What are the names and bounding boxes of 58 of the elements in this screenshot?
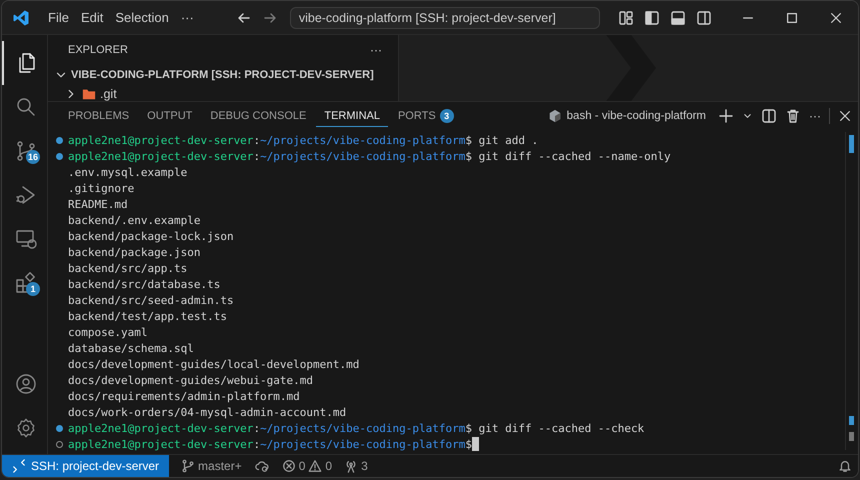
warning-icon [308,459,322,473]
folder-label[interactable]: .git [100,86,117,100]
terminal-prompt: apple2ne1@project-dev-server:~/projects/vibe-coding-platform$ git add . [68,134,538,146]
remote-connection-icon [12,459,26,473]
broadcast-icon [344,459,358,473]
terminal-prompt: apple2ne1@project-dev-server:~/projects/vibe-coding-platform$ [68,438,472,450]
terminal-output-line: backend/package.json [68,246,200,258]
panel-toggle-icon[interactable] [670,10,686,26]
menu-item[interactable]: Edit [74,10,110,25]
count-badge: 1 [26,282,40,296]
sidebar-toggle-icon[interactable] [644,10,660,26]
new-terminal-icon[interactable] [718,108,734,124]
terminal-output-line: docs/development-guides/webui-gate.md [68,374,314,386]
terminal-prompt: apple2ne1@project-dev-server:~/projects/vibe-coding-platform$ git diff --cached --check [68,422,644,434]
vscode-logo [12,8,30,26]
ports-indicator[interactable]: 3 [338,459,374,473]
more-actions-button[interactable]: ··· [809,109,821,123]
menu-item[interactable]: File [42,10,75,25]
problems-indicator[interactable]: 0 0 [276,459,338,473]
terminal-output-line: README.md [68,198,128,210]
terminal-output-line: compose.yaml [68,326,148,338]
trash-icon[interactable] [785,108,801,124]
panel-tab[interactable]: PORTS 3 [390,105,462,127]
panel-tab[interactable]: TERMINAL [316,105,388,127]
panel-tab[interactable]: DEBUG CONSOLE [202,105,314,127]
terminal-shell-icon [548,109,562,123]
remote-indicator[interactable]: SSH: project-dev-server [2,455,170,477]
menu-item[interactable]: ··· [174,10,200,25]
terminal-output-line: backend/test/app.test.ts [68,310,227,322]
terminal-output-line: backend/package-lock.json [68,230,234,242]
terminal-output-line: backend/.env.example [68,214,200,226]
terminal-name[interactable]: bash - vibe-coding-platform [566,110,706,122]
layout-icon[interactable] [618,10,634,26]
menu-item[interactable]: Selection [109,10,175,25]
count-badge: 3 [440,109,454,123]
count-badge: 16 [26,150,40,164]
more-actions-button[interactable]: ··· [370,43,382,57]
terminal-output-line: docs/requirements/admin-platform.md [68,390,300,402]
workspace-folder-label[interactable]: VIBE-CODING-PLATFORM [SSH: PROJECT-DEV-SERVER] [71,68,374,80]
split-terminal-icon[interactable] [761,108,777,124]
terminal-output-line: .env.mysql.example [68,166,188,178]
terminal-output-line: docs/work-orders/04-mysql-admin-account.md [68,406,346,418]
terminal-output-line: backend/src/database.ts [68,278,220,290]
terminal-prompt: apple2ne1@project-dev-server:~/projects/vibe-coding-platform$ git diff --cached --name-only [68,150,671,162]
terminal-output-line: .gitignore [68,182,134,194]
error-icon [282,459,296,473]
terminal-output-line: backend/src/app.ts [68,262,188,274]
close-icon[interactable] [838,109,852,123]
panel-tab[interactable]: PROBLEMS [60,105,138,127]
secondary-sidebar-icon[interactable] [696,10,712,26]
branch-indicator[interactable]: master+ [175,459,248,473]
sidebar-title: EXPLORER [68,44,128,56]
terminal-output-line: docs/development-guides/local-development.md [68,358,360,370]
terminal-output-line: backend/src/seed-admin.ts [68,294,234,306]
panel-tab[interactable]: OUTPUT [139,105,200,127]
branch-icon [181,459,196,473]
command-center[interactable]: vibe-coding-platform [SSH: project-dev-server] [290,6,600,28]
terminal-output-line: database/schema.sql [68,342,194,354]
